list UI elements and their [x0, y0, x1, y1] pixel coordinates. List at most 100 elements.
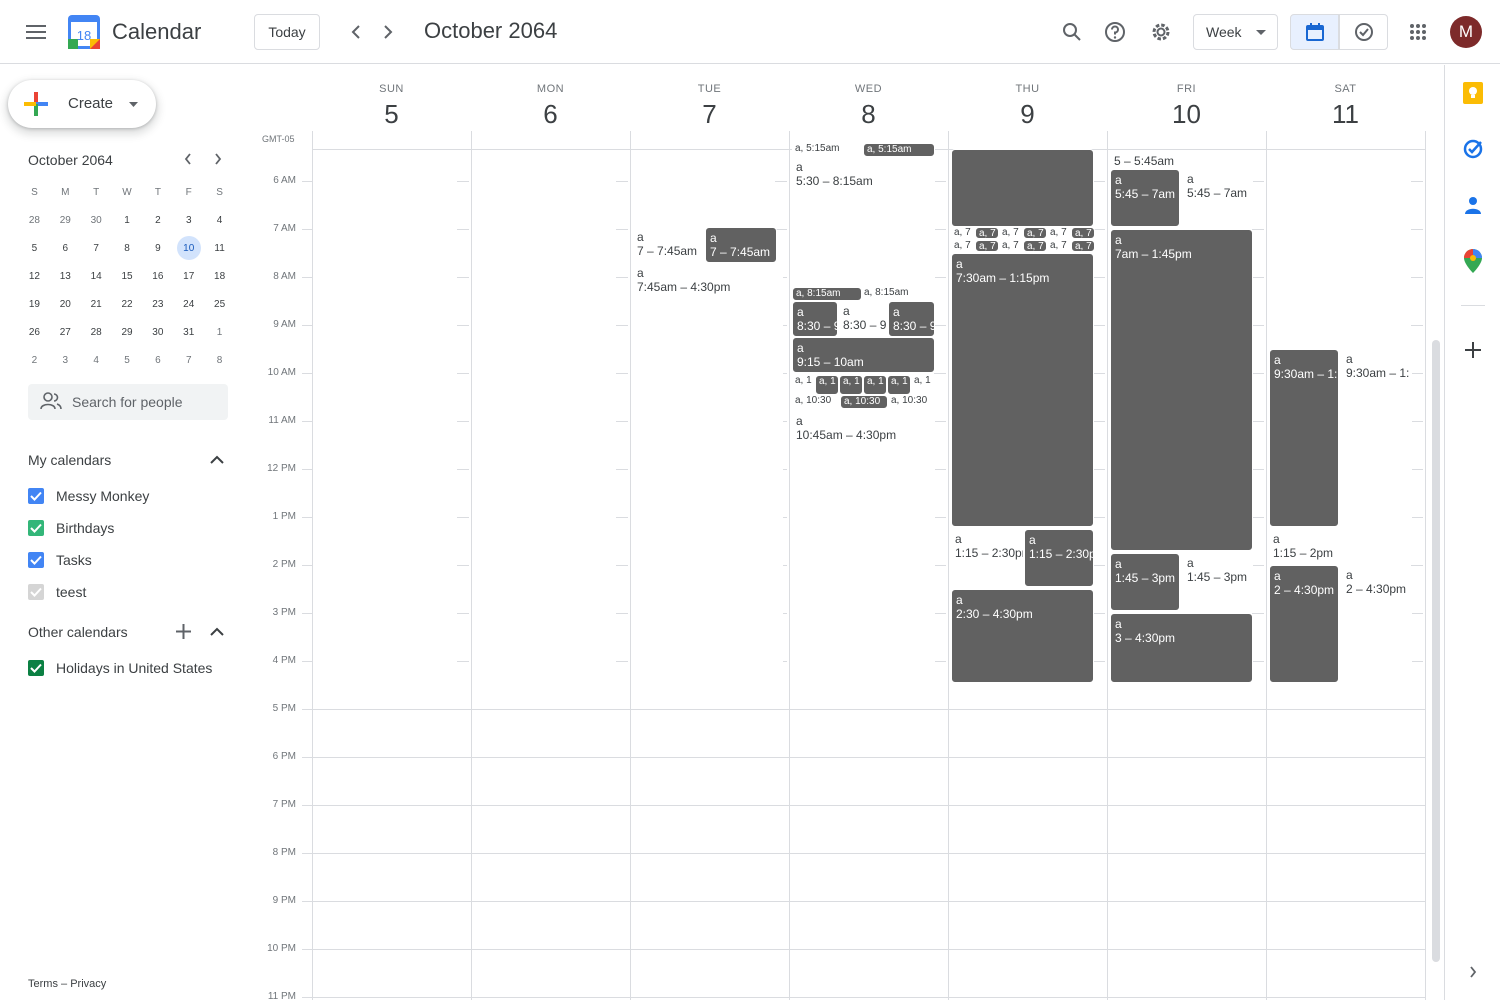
calendar-event[interactable]: a 5:45 – 7am: [1110, 169, 1180, 227]
calendar-event[interactable]: a 1:45 – 3pm: [1110, 553, 1180, 611]
calendar-event[interactable]: a, 7: [999, 227, 1023, 239]
calendar-event[interactable]: a 7:30am – 1:15pm: [951, 253, 1094, 527]
grid-scrollbar[interactable]: [1432, 340, 1440, 962]
collapse-up-icon[interactable]: [210, 627, 224, 636]
mini-day[interactable]: 13: [50, 262, 81, 290]
calendar-event[interactable]: a, 7: [1047, 227, 1071, 239]
calendar-event[interactable]: a, 5:15am: [792, 143, 864, 157]
mini-day[interactable]: 3: [173, 206, 204, 234]
mini-day[interactable]: 15: [112, 262, 143, 290]
search-icon[interactable]: [1052, 12, 1092, 52]
mini-day[interactable]: 17: [173, 262, 204, 290]
calendar-event[interactable]: a 8:30 – 9: [839, 301, 889, 337]
calendar-event[interactable]: [951, 149, 1094, 227]
checkbox-checked-icon[interactable]: [28, 584, 44, 600]
mini-day[interactable]: 5: [19, 234, 50, 262]
mini-day[interactable]: 7: [173, 346, 204, 374]
my-calendars-title[interactable]: My calendars: [28, 452, 111, 468]
calendar-event[interactable]: a2 – 4:30pm: [1342, 565, 1412, 683]
account-avatar[interactable]: M: [1450, 16, 1482, 48]
calendar-event[interactable]: a7 – 7:45am: [705, 227, 777, 263]
mini-day[interactable]: 4: [81, 346, 112, 374]
day-header[interactable]: MON 6: [471, 65, 630, 130]
calendar-event[interactable]: a1:15 – 2:30pm: [1024, 529, 1094, 587]
checkbox-checked-icon[interactable]: [28, 660, 44, 676]
other-calendars-title[interactable]: Other calendars: [28, 624, 128, 640]
mini-day[interactable]: 2: [142, 206, 173, 234]
mini-day[interactable]: 22: [112, 290, 143, 318]
view-selector-dropdown[interactable]: Week: [1193, 14, 1278, 50]
day-number[interactable]: 10: [1107, 99, 1266, 130]
calendar-event[interactable]: a, 8:15am: [792, 287, 862, 301]
main-menu-icon[interactable]: [16, 12, 56, 52]
mini-day[interactable]: 16: [142, 262, 173, 290]
create-button[interactable]: Create: [8, 80, 156, 128]
help-icon[interactable]: [1095, 12, 1135, 52]
calendar-event[interactable]: a, 7: [1023, 227, 1047, 239]
day-header[interactable]: THU 9: [948, 65, 1107, 130]
calendar-item[interactable]: teest: [28, 584, 86, 600]
calendar-event[interactable]: a 9:30am – 1:: [1269, 349, 1339, 527]
next-week-icon[interactable]: [368, 12, 408, 52]
calendar-event[interactable]: a 1:45 – 3pm: [1183, 553, 1253, 611]
day-header[interactable]: SUN 5: [312, 65, 471, 130]
calendar-event[interactable]: a3 – 4:30pm: [1110, 613, 1253, 683]
keep-icon[interactable]: [1461, 81, 1485, 105]
calendar-event[interactable]: a, 1: [887, 375, 911, 395]
calendar-event[interactable]: a 8:30 – 9: [792, 301, 838, 337]
calendar-event[interactable]: a 9:30am – 1:: [1342, 349, 1412, 527]
mini-day[interactable]: 11: [204, 234, 235, 262]
calendar-event[interactable]: a, 7: [1071, 240, 1095, 252]
calendar-event[interactable]: a, 1: [792, 375, 816, 395]
mini-day[interactable]: 7: [81, 234, 112, 262]
mini-day[interactable]: 8: [204, 346, 235, 374]
calendar-event[interactable]: a, 7: [1023, 240, 1047, 252]
mini-day[interactable]: 26: [19, 318, 50, 346]
calendar-event[interactable]: a 8:30 – 9: [888, 301, 935, 337]
mini-day[interactable]: 5: [112, 346, 143, 374]
add-addon-icon[interactable]: [1461, 338, 1485, 362]
calendar-item[interactable]: Messy Monkey: [28, 488, 149, 504]
calendar-event[interactable]: a 9:15 – 10am: [792, 337, 935, 373]
calendar-event[interactable]: a, 7: [1071, 227, 1095, 239]
mini-day[interactable]: 12: [19, 262, 50, 290]
mini-day[interactable]: 21: [81, 290, 112, 318]
mini-day[interactable]: 31: [173, 318, 204, 346]
mini-day[interactable]: 1: [204, 318, 235, 346]
calendar-event[interactable]: a 5:45 – 7am: [1183, 169, 1253, 227]
mini-day[interactable]: 24: [173, 290, 204, 318]
calendar-view-toggle[interactable]: [1290, 14, 1339, 50]
calendar-event[interactable]: a1:15 – 2:30pm: [951, 529, 1023, 587]
mini-prev-month-icon[interactable]: [174, 145, 202, 173]
mini-day[interactable]: 4: [204, 206, 235, 234]
calendar-event[interactable]: a, 10:30: [840, 395, 888, 409]
mini-day[interactable]: 28: [81, 318, 112, 346]
today-button[interactable]: Today: [254, 14, 320, 50]
mini-day[interactable]: 18: [204, 262, 235, 290]
mini-day[interactable]: 28: [19, 206, 50, 234]
mini-day[interactable]: 6: [142, 346, 173, 374]
mini-day[interactable]: 23: [142, 290, 173, 318]
calendar-event[interactable]: a, 7: [975, 227, 999, 239]
calendar-event[interactable]: a, 7: [951, 240, 975, 252]
calendar-event[interactable]: a, 10:30: [888, 395, 935, 409]
mini-day[interactable]: 6: [50, 234, 81, 262]
calendar-event[interactable]: a 7am – 1:45pm: [1110, 229, 1253, 551]
calendar-event[interactable]: a, 8:15am: [861, 287, 935, 301]
calendar-item[interactable]: Holidays in United States: [28, 660, 212, 676]
calendar-event[interactable]: a, 7: [975, 240, 999, 252]
day-number[interactable]: 5: [312, 99, 471, 130]
calendar-event[interactable]: a 10:45am – 4:30pm: [792, 411, 935, 683]
day-header[interactable]: TUE 7: [630, 65, 789, 130]
mini-day[interactable]: 30: [81, 206, 112, 234]
mini-day[interactable]: 27: [50, 318, 81, 346]
day-number[interactable]: 7: [630, 99, 789, 130]
mini-day[interactable]: 1: [112, 206, 143, 234]
calendar-event[interactable]: a, 1: [839, 375, 863, 395]
mini-day[interactable]: 9: [142, 234, 173, 262]
checkbox-checked-icon[interactable]: [28, 520, 44, 536]
mini-day[interactable]: 8: [112, 234, 143, 262]
tasks-view-toggle[interactable]: [1339, 14, 1388, 50]
terms-link[interactable]: Terms: [28, 978, 58, 990]
mini-day[interactable]: 25: [204, 290, 235, 318]
